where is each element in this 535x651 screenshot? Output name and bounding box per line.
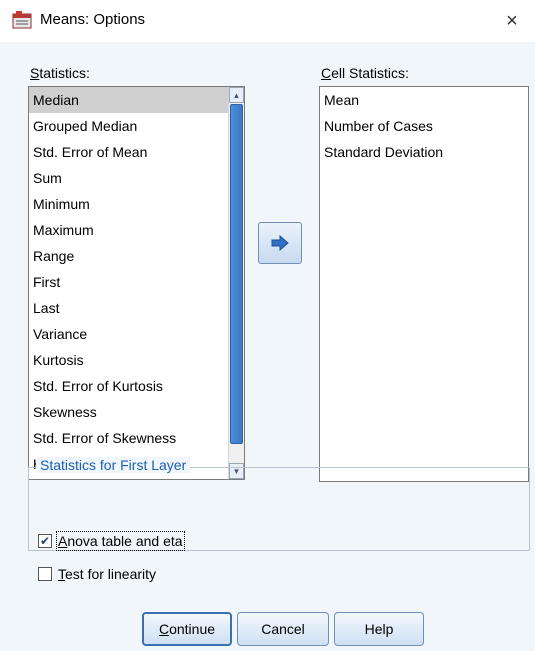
continue-button-label: Continue [158,621,216,637]
scroll-thumb[interactable] [230,104,243,444]
statistics-item[interactable]: Maximum [29,217,244,243]
cell-statistics-items: Mean Number of Cases Standard Deviation [320,87,528,165]
continue-button[interactable]: Continue [142,612,232,646]
anova-checkbox-label: Anova table and eta [56,531,185,551]
close-button[interactable]: × [489,0,535,42]
cell-statistics-item[interactable]: Mean [320,87,528,113]
statistics-item[interactable]: Variance [29,321,244,347]
linearity-checkbox[interactable] [38,567,52,581]
statistics-label: Statistics: [30,65,90,81]
statistics-item[interactable]: Sum [29,165,244,191]
cancel-button-label: Cancel [261,621,305,637]
window-title: Means: Options [40,11,146,28]
statistics-item[interactable]: Range [29,243,244,269]
statistics-item[interactable]: Std. Error of Mean [29,139,244,165]
help-button-label: Help [364,621,394,637]
linearity-checkbox-label: Test for linearity [58,566,157,582]
spss-means-app-icon [12,11,32,29]
cell-statistics-item[interactable]: Standard Deviation [320,139,528,165]
statistics-item[interactable]: Last [29,295,244,321]
scroll-up-icon: ▲ [232,90,241,100]
move-to-cell-statistics-button[interactable] [258,222,302,264]
scroll-up-button[interactable]: ▲ [229,87,244,103]
checkmark-icon: ✔ [39,534,51,548]
statistics-item[interactable]: Grouped Median [29,113,244,139]
statistics-item[interactable]: Minimum [29,191,244,217]
help-button[interactable]: Help [334,612,424,646]
statistics-list[interactable]: Median Grouped Median Std. Error of Mean Su… [28,86,245,480]
statistics-item[interactable]: Skewness [29,399,244,425]
statistics-item[interactable]: Std. Error of Kurtosis [29,373,244,399]
title-bar: Means: Options × [0,0,535,42]
linearity-checkbox-row[interactable]: Test for linearity [38,566,156,582]
cancel-button[interactable]: Cancel [237,612,329,646]
arrow-right-icon [271,235,289,251]
statistics-item[interactable]: First [29,269,244,295]
cell-statistics-item[interactable]: Number of Cases [320,113,528,139]
anova-checkbox[interactable]: ✔ [38,534,52,548]
statistics-items: Median Grouped Median Std. Error of Mean Su… [29,87,244,477]
statistics-item[interactable]: Std. Error of Skewness [29,425,244,451]
cell-statistics-list[interactable]: Mean Number of Cases Standard Deviation [319,86,529,482]
first-layer-group-title: Statistics for First Layer [36,457,191,473]
statistics-item[interactable]: Median [29,87,244,113]
statistics-scrollbar[interactable]: ▲ ▼ [228,87,244,479]
statistics-item[interactable]: Kurtosis [29,347,244,373]
close-icon: × [506,9,518,32]
cell-statistics-label: Cell Statistics: [321,65,409,81]
anova-checkbox-row[interactable]: ✔ Anova table and eta [38,531,185,551]
